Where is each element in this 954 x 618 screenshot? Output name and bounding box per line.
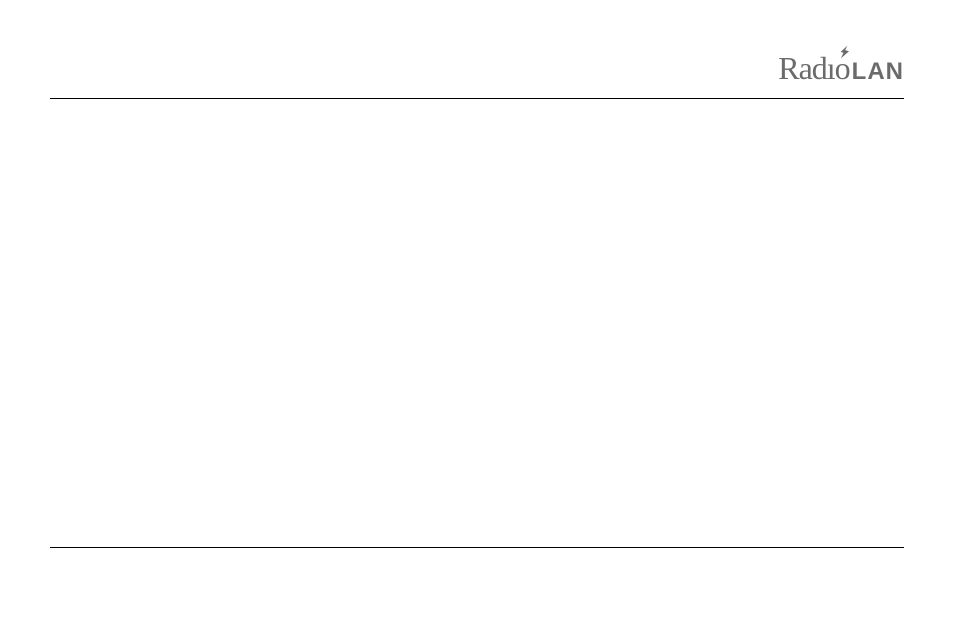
radiolan-logo: Radıo LAN (778, 50, 904, 87)
page-content (50, 99, 904, 529)
document-page: Radıo LAN (0, 0, 954, 618)
logo-text-radio: Radıo (778, 50, 849, 87)
logo-text-lan: LAN (852, 58, 904, 86)
footer-divider (50, 547, 904, 548)
page-header: Radıo LAN (50, 50, 904, 95)
lightning-icon (836, 44, 853, 65)
